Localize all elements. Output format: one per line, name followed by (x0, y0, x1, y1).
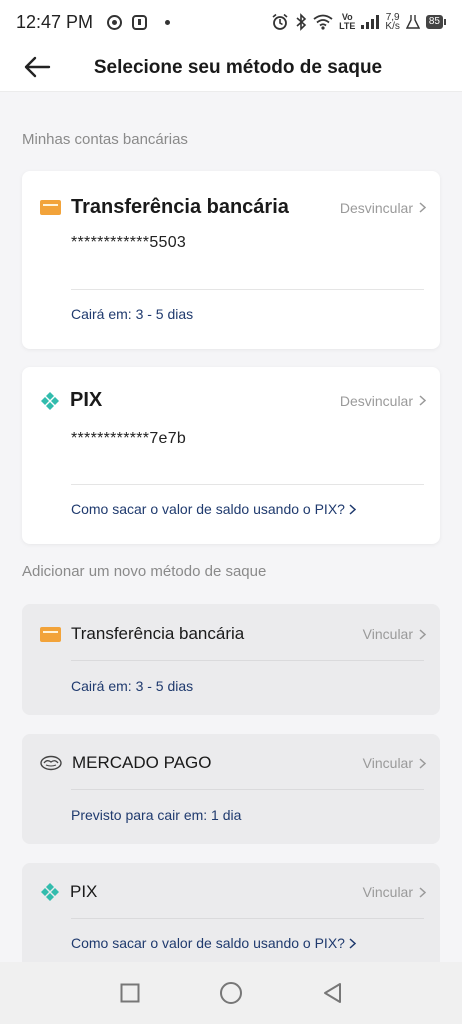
arrival-time-label: Previsto para cair em: 1 dia (71, 807, 242, 823)
chevron-right-icon (419, 886, 426, 898)
square-icon (120, 983, 140, 1003)
pix-help-link[interactable]: Como sacar o valor de saldo usando o PIX… (71, 935, 356, 951)
link-label: Vincular (362, 755, 413, 771)
chevron-right-icon (349, 503, 356, 515)
recent-apps-button[interactable] (116, 979, 144, 1007)
download-icon (132, 14, 148, 30)
linked-accounts-section-title: Minhas contas bancárias (22, 131, 188, 148)
pix-help-link[interactable]: Como sacar o valor de saldo usando o PIX… (71, 501, 356, 517)
back-nav-button[interactable] (318, 979, 346, 1007)
pix-icon (41, 883, 59, 901)
linked-account-header: Transferência bancária Desvincular (40, 196, 426, 219)
new-method-header: Transferência bancária Vincular (40, 624, 426, 644)
method-name: Transferência bancária (71, 624, 245, 643)
page-title: Selecione seu método de saque (93, 57, 383, 78)
method-name: MERCADO PAGO (72, 753, 212, 772)
signal-icon (361, 15, 380, 29)
flask-icon (405, 15, 420, 29)
triangle-back-icon (323, 983, 341, 1003)
arrival-time-label: Cairá em: 3 - 5 dias (71, 678, 194, 694)
pix-help-label: Como sacar o valor de saldo usando o PIX… (71, 501, 345, 517)
battery-level: 85 (425, 15, 443, 29)
network-type-label: Vo LTE (339, 12, 356, 31)
unlink-bank-button[interactable]: Desvincular (340, 200, 426, 216)
pix-icon (41, 391, 59, 410)
home-button[interactable] (217, 979, 245, 1007)
network-speed: 7,9 K/s (385, 13, 400, 32)
linked-account-card-bank: Transferência bancária Desvincular *****… (22, 171, 440, 349)
chevron-right-icon (419, 757, 426, 769)
new-method-header: MERCADO PAGO Vincular (40, 753, 426, 773)
chevron-right-icon (419, 395, 426, 406)
status-time: 12:47 PM (16, 11, 94, 32)
linked-account-card-pix: PIX Desvincular ************7e7b Como sa… (22, 367, 440, 544)
unlink-label: Desvincular (339, 392, 413, 409)
divider (71, 289, 424, 290)
mercado-pago-icon (40, 755, 62, 771)
status-system-icons: Vo LTE 7,9 K/s 85 (271, 12, 446, 32)
battery-tip (444, 19, 446, 25)
new-method-card-mercado-pago[interactable]: MERCADO PAGO Vincular Previsto para cair… (22, 734, 440, 844)
network-speed-unit: K/s (385, 21, 400, 32)
bank-card-icon (40, 626, 61, 642)
circle-icon (219, 982, 242, 1004)
divider (71, 918, 424, 919)
link-label: Vincular (362, 626, 413, 642)
arrival-time-label: Cairá em: 3 - 5 dias (71, 306, 194, 322)
arrival-time-text: Cairá em: 3 - 5 dias (71, 678, 193, 694)
record-icon (107, 14, 123, 30)
link-label: Vincular (362, 884, 413, 900)
app-header: Selecione seu método de saque (0, 44, 462, 92)
divider (71, 660, 424, 661)
account-number: ************5503 (71, 234, 187, 251)
linked-account-header: PIX Desvincular (40, 389, 426, 412)
method-name: PIX (70, 389, 103, 411)
new-method-header: PIX Vincular (40, 882, 426, 902)
new-method-card-bank[interactable]: Transferência bancária Vincular Cairá em… (22, 604, 440, 715)
new-method-card-pix[interactable]: PIX Vincular Como sacar o valor de saldo… (22, 863, 440, 973)
battery-icon: 85 (425, 15, 446, 29)
link-mercado-pago-button[interactable]: Vincular (363, 755, 426, 771)
chevron-right-icon (419, 628, 426, 640)
divider (71, 484, 424, 485)
unlink-label: Desvincular (339, 199, 413, 216)
divider (71, 789, 424, 790)
more-notifications-icon (165, 19, 171, 25)
system-navigation-bar (0, 962, 462, 1024)
add-method-section-title: Adicionar um novo método de saque (22, 563, 267, 580)
method-name: PIX (70, 882, 98, 901)
link-bank-button[interactable]: Vincular (363, 626, 426, 642)
account-number: ************7e7b (71, 430, 187, 447)
bluetooth-icon (296, 13, 307, 31)
status-bar: 12:47 PM Vo LTE 7,9 K/s 85 (0, 0, 462, 44)
link-pix-button[interactable]: Vincular (363, 884, 426, 900)
method-name: Transferência bancária (71, 196, 289, 218)
pix-help-label: Como sacar o valor de saldo usando o PIX… (71, 935, 345, 951)
wifi-icon (313, 14, 333, 30)
bank-card-icon (40, 200, 61, 215)
chevron-right-icon (419, 202, 426, 213)
status-notification-icons (107, 14, 171, 30)
arrival-time-text: Cairá em: 3 - 5 dias (71, 306, 193, 322)
alarm-icon (272, 13, 288, 30)
unlink-pix-button[interactable]: Desvincular (340, 393, 426, 409)
chevron-right-icon (349, 937, 356, 949)
arrival-time-text: Previsto para cair em: 1 dia (71, 807, 241, 823)
